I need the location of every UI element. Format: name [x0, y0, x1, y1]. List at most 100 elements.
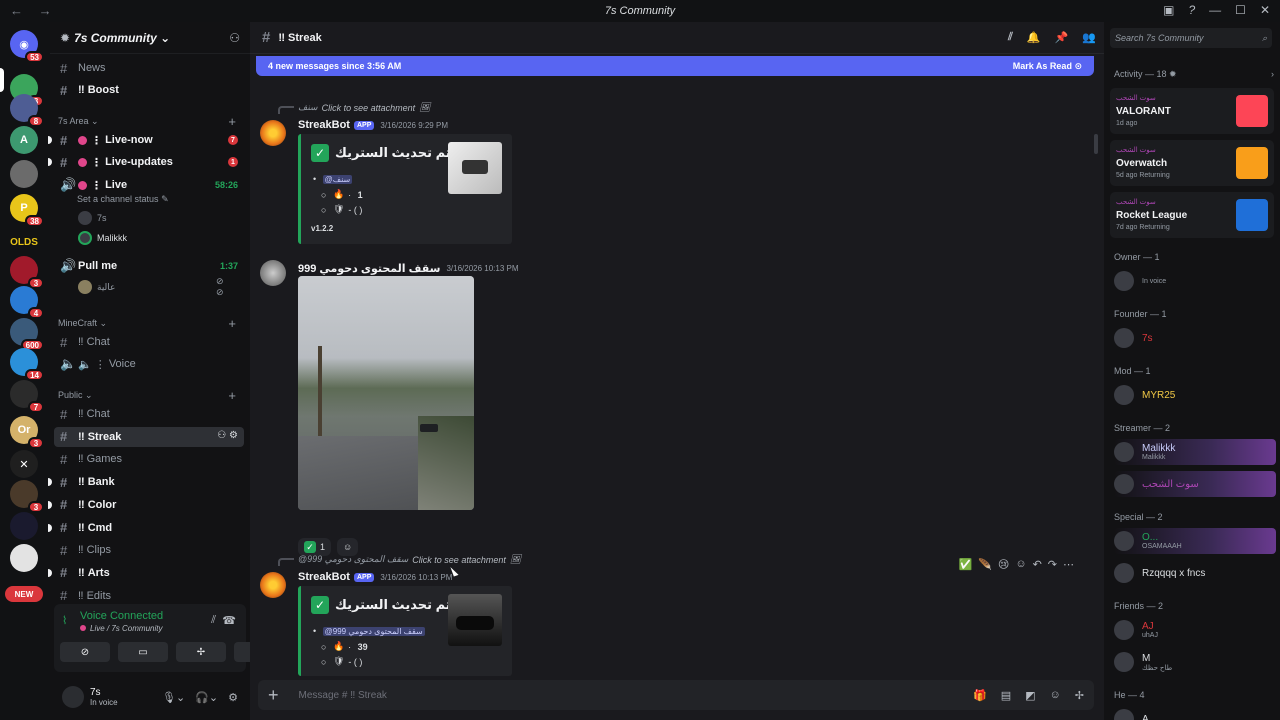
server-14[interactable]: ✕ [10, 450, 38, 478]
activity-card[interactable]: سوت الشحب Overwatch 5d ago Returning [1110, 140, 1274, 186]
activities-button[interactable]: ✢ [176, 642, 226, 662]
members-icon[interactable]: 👥 [1082, 31, 1096, 44]
server-16[interactable] [10, 512, 38, 540]
channel-boost[interactable]: # ‼ Boost [54, 80, 244, 100]
server-4[interactable]: A [10, 126, 38, 154]
channel-mc-chat[interactable]: # ‼ Chat [54, 332, 244, 352]
channel-live-now[interactable]: # ⋮ Live-now 7 [48, 130, 244, 150]
activity-card[interactable]: سوت الشحب Rocket League 7d ago Returning [1110, 192, 1274, 238]
server-9[interactable]: 4 [10, 286, 44, 319]
activity-header[interactable]: Activity — 18 ✹ › [1114, 69, 1274, 80]
bell-icon[interactable]: 🔔 [1027, 31, 1041, 44]
server-13[interactable]: Or 3 [10, 416, 44, 449]
threads-icon[interactable]: ⫽ [1008, 31, 1013, 44]
pin-icon[interactable]: 📌 [1055, 31, 1069, 44]
crying-emoji-icon[interactable]: 😢 [998, 558, 1009, 571]
mention[interactable]: @سقف المحتوى دحومي 999 [322, 626, 425, 636]
microphone-icon[interactable]: 🎙⌄ [162, 691, 185, 704]
voice-user[interactable]: عالية ⊘ ⊘ [78, 276, 224, 297]
inbox-icon[interactable]: ▣ [1163, 3, 1174, 17]
author-name[interactable]: سقف المحتوى دحومي 999 [298, 262, 440, 275]
member-item[interactable]: M طاح حظك [1114, 649, 1276, 675]
server-5[interactable] [10, 160, 38, 188]
feather-icon[interactable]: 🪶 [978, 558, 992, 571]
minimize-icon[interactable]: — [1209, 3, 1221, 17]
close-icon[interactable]: ✕ [1260, 3, 1270, 17]
channel-arts[interactable]: # ‼ Arts [48, 563, 244, 583]
server-discord-home[interactable]: ◉ 53 [10, 30, 44, 63]
apps-icon[interactable]: ✢ [1075, 689, 1084, 702]
channel-clips[interactable]: # ‼ Clips [54, 540, 244, 560]
mark-as-read-button[interactable]: Mark As Read ⊙ [1013, 61, 1082, 72]
attach-plus-icon[interactable]: + [268, 685, 279, 706]
avatar[interactable] [260, 572, 286, 598]
window-controls[interactable]: ▣ ? — ☐ ✕ [1163, 3, 1270, 17]
member-item[interactable]: سوت الشحب [1114, 471, 1276, 497]
embed-thumbnail[interactable] [448, 142, 502, 194]
server-3[interactable]: 8 [10, 94, 44, 127]
server-11[interactable]: 14 [10, 348, 44, 381]
voice-user[interactable]: 7s [78, 211, 107, 225]
avatar[interactable] [260, 120, 286, 146]
server-8[interactable]: 3 [10, 256, 44, 289]
server-6[interactable]: P 38 [10, 194, 44, 227]
gift-icon[interactable]: 🎁 [973, 689, 987, 702]
channel-games[interactable]: # ‼ Games [54, 449, 244, 469]
channel-status[interactable]: Set a channel status ✎ [77, 194, 169, 205]
headphones-icon[interactable]: 🎧⌄ [195, 691, 218, 704]
member-item[interactable]: 7s [1114, 325, 1276, 351]
voice-user[interactable]: Malikkk [78, 231, 127, 245]
member-item[interactable]: MYR25 [1114, 382, 1276, 408]
author-name[interactable]: StreakBot [298, 571, 350, 583]
nav-arrows[interactable]: ← → [10, 3, 58, 18]
reply-reference[interactable]: سنف Click to see attachment 🖼 [298, 102, 431, 113]
channel-live-updates[interactable]: # ⋮ Live-updates 1 [48, 152, 244, 172]
channel-streak[interactable]: # ‼ Streak ⚇ ⚙ [54, 426, 244, 447]
screen-share-button[interactable]: ▭ [118, 642, 168, 662]
member-item[interactable]: Malikkk Malikkk [1114, 439, 1276, 465]
server-olds[interactable]: OLDS [9, 228, 39, 256]
embed-thumbnail[interactable] [448, 594, 502, 646]
activity-card[interactable]: سوت الشحب VALORANT 1d ago [1110, 88, 1274, 134]
forward-icon[interactable]: ↷ [1048, 558, 1057, 571]
emoji-icon[interactable]: ☺ [1050, 689, 1061, 702]
add-reaction-icon[interactable]: ☺ [1015, 558, 1026, 571]
voice-channel-pull-me[interactable]: 🔊 Pull me 1:37 [54, 256, 244, 276]
disconnect-icon[interactable]: ☎ [222, 614, 236, 627]
member-item[interactable]: AJ uhAJ [1114, 617, 1276, 643]
channel-bank[interactable]: # ‼ Bank [48, 472, 244, 492]
message-input[interactable]: Message # ‼ Streak [299, 690, 387, 701]
camera-off-button[interactable]: ⊘ [60, 642, 110, 662]
add-channel-icon[interactable]: + [228, 316, 236, 331]
voice-channel-mc[interactable]: 🔈 🔈 ⋮ Voice [54, 354, 244, 374]
avatar[interactable] [62, 686, 84, 708]
add-channel-icon[interactable]: + [228, 114, 236, 129]
more-icon[interactable]: ⋯ [1063, 558, 1074, 571]
check-reaction-icon[interactable]: ✅ [958, 558, 972, 571]
server-15[interactable]: 3 [10, 480, 44, 513]
member-item[interactable]: O... OSAMAAAH [1114, 528, 1276, 554]
channel-color[interactable]: # ‼ Color [48, 495, 244, 515]
chevron-right-icon[interactable]: › [1271, 69, 1274, 79]
server-header[interactable]: ✹ 7s Community ⌄ ⚇ [50, 22, 250, 54]
member-item[interactable]: In voice [1114, 268, 1276, 294]
server-10[interactable]: 600 [10, 318, 44, 351]
voice-channel-live[interactable]: 🔊 ⋮ Live 58:26 [54, 175, 244, 195]
photo-attachment[interactable] [298, 276, 474, 510]
gif-icon[interactable]: ▤ [1001, 689, 1011, 702]
channel-settings-icons[interactable]: ⚇ ⚙ [217, 430, 238, 441]
server-12[interactable]: 7 [10, 380, 44, 413]
author-name[interactable]: StreakBot [298, 119, 350, 131]
chat-scrollbar[interactable] [1094, 134, 1098, 154]
channel-news[interactable]: # News [54, 58, 244, 78]
category-minecraft[interactable]: MineCraft ⌄ + [58, 316, 242, 331]
member-item[interactable]: Rzqqqq x fncs [1114, 560, 1276, 586]
signal-icon[interactable]: ⌇ [62, 614, 67, 627]
reply-icon[interactable]: ↶ [1033, 558, 1042, 571]
help-icon[interactable]: ? [1188, 3, 1195, 17]
channel-chat[interactable]: # ‼ Chat [54, 404, 244, 424]
mention[interactable]: @سنف [322, 174, 353, 184]
reply-reference[interactable]: @سقف المحتوى دحومي 999 Click to see attac… [298, 554, 521, 565]
server-17[interactable] [10, 544, 38, 572]
new-messages-bar[interactable]: 4 new messages since 3:56 AM Mark As Rea… [256, 56, 1094, 76]
